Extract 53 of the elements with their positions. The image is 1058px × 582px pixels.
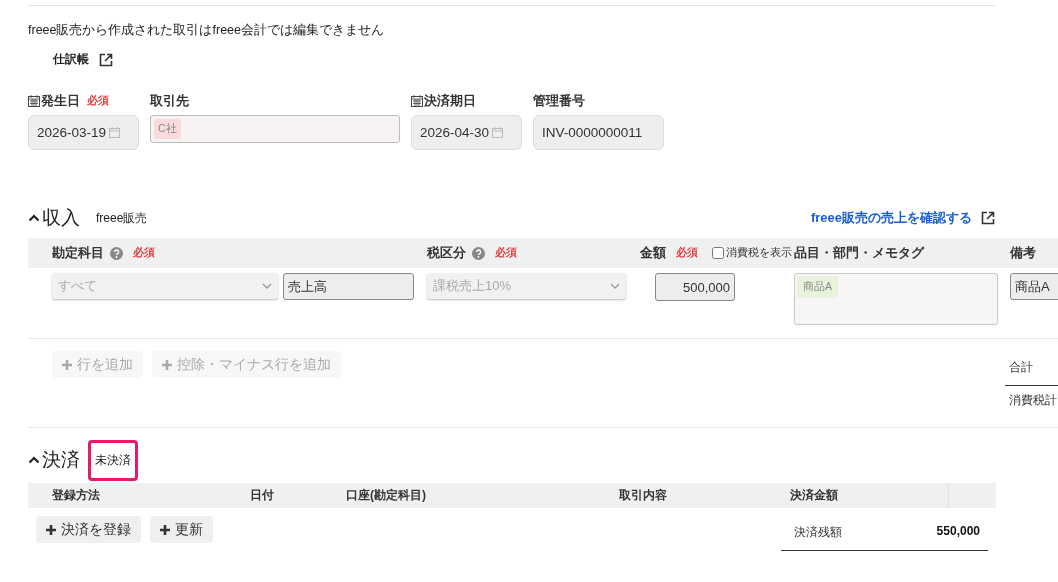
- total-label: 合計: [1005, 359, 1058, 386]
- plus-icon: [162, 359, 172, 370]
- item-tag: 商品A: [797, 276, 838, 298]
- checkbox[interactable]: [712, 247, 724, 259]
- external-link-icon: [981, 211, 995, 225]
- caret-icon: [262, 283, 272, 289]
- balance-value: 550,000: [936, 524, 980, 540]
- column-header: 品目・部門・メモタグ: [794, 244, 924, 262]
- column-header: 口座(勘定科目): [346, 487, 427, 504]
- required-label: 必須: [676, 246, 698, 260]
- column-header: 決済金額: [790, 487, 839, 504]
- account-field[interactable]: 売上高: [283, 273, 414, 300]
- note-field[interactable]: 商品A: [1010, 273, 1058, 300]
- status-badge: 未決済: [88, 439, 138, 481]
- required-label: 必須: [133, 246, 155, 260]
- calendar-icon: [492, 127, 504, 138]
- field-label: 決済期日: [424, 92, 476, 110]
- calendar-icon: [411, 95, 423, 107]
- section-title: 収入: [42, 206, 80, 230]
- column-header: 日付: [250, 487, 275, 504]
- column-header: 金額: [640, 244, 666, 262]
- column-header: 勘定科目: [52, 244, 104, 262]
- text-field[interactable]: INV-0000000011: [533, 115, 664, 150]
- amount-field[interactable]: 500,000: [655, 273, 735, 301]
- required-label: 必須: [495, 246, 517, 260]
- calendar-icon: [28, 95, 40, 107]
- plus-icon: [160, 524, 170, 535]
- column-header: 取引内容: [619, 487, 668, 504]
- total-label: 消費税計: [1008, 392, 1058, 409]
- caret-icon: [610, 283, 620, 289]
- date-field[interactable]: 2026-04-30: [411, 115, 522, 150]
- external-link-icon: [99, 52, 113, 67]
- add-button[interactable]: 決済を登録: [36, 516, 141, 543]
- column-header: 税区分: [427, 244, 466, 262]
- checkbox-label: 消費税を表示: [726, 246, 792, 260]
- section-title: 決済: [42, 448, 80, 472]
- required-label: 必須: [87, 94, 109, 108]
- add-button[interactable]: 更新: [150, 516, 213, 543]
- field-label: 取引先: [150, 92, 189, 110]
- plus-icon: [62, 359, 72, 370]
- source-label: freee販売: [96, 209, 148, 227]
- date-field[interactable]: 2026-03-19: [28, 115, 139, 150]
- calendar-icon: [109, 127, 121, 138]
- field-label: 発生日: [41, 92, 80, 110]
- partner-tag: C社: [154, 119, 181, 139]
- field-label: 管理番号: [533, 92, 585, 110]
- notice-text: freee販売から作成された取引はfreee会計では編集できません: [28, 22, 384, 39]
- sales-link[interactable]: freee販売の売上を確認する: [810, 209, 972, 227]
- plus-icon: [46, 524, 56, 535]
- column-header: 登録方法: [52, 487, 101, 504]
- balance-label: 決済残額: [794, 524, 842, 541]
- column-header: 備考: [1010, 244, 1036, 262]
- journal-link[interactable]: 仕訳帳: [53, 51, 89, 68]
